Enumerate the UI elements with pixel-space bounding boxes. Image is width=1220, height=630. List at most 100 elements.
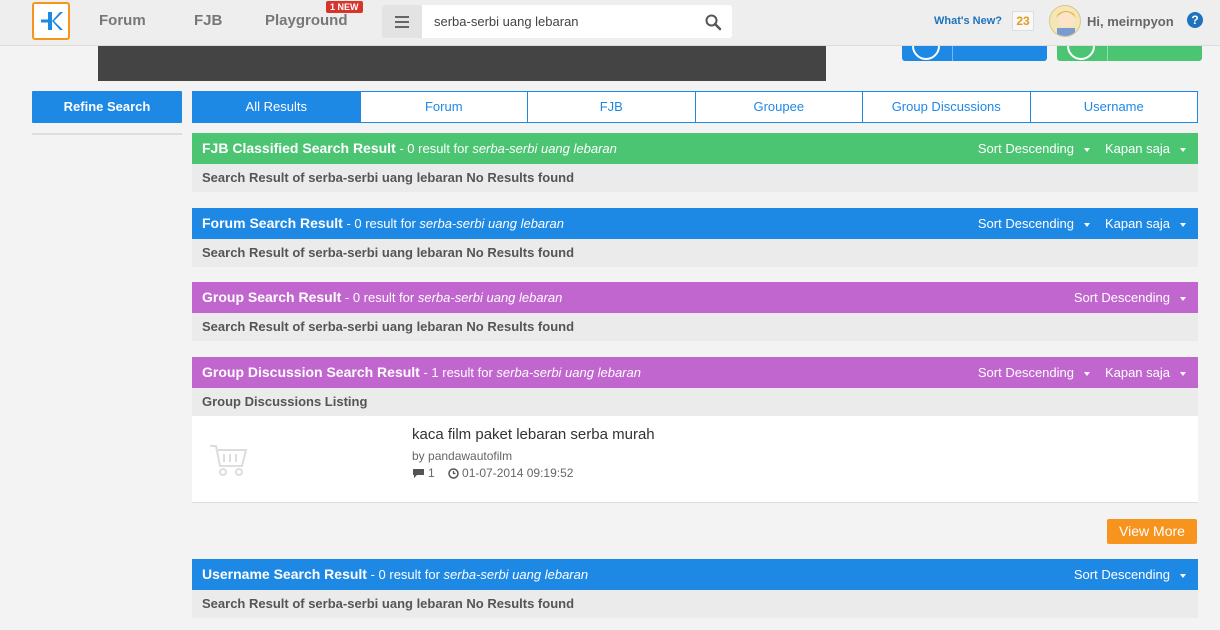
result-count: - 0 result for <box>342 216 420 231</box>
sort-dropdown[interactable]: Sort Descending <box>978 133 1090 164</box>
section-title: FJB Classified Search Result <box>202 140 396 156</box>
hamburger-line <box>395 26 409 28</box>
caret-down-icon <box>1084 147 1090 152</box>
caret-down-icon <box>1180 147 1186 152</box>
result-query: serba-serbi uang lebaran <box>496 365 641 380</box>
sort-dropdown[interactable]: Sort Descending <box>978 357 1090 388</box>
author-link[interactable]: pandawautofilm <box>428 449 512 463</box>
result-query: serba-serbi uang lebaran <box>443 567 589 582</box>
time-filter-dropdown[interactable]: Kapan saja <box>1105 133 1186 164</box>
sort-label: Sort Descending <box>977 216 1074 231</box>
plus-circle-icon <box>912 46 940 60</box>
forum-result-section: Forum Search Result - 0 result for serba… <box>192 208 1198 267</box>
create-thread-button[interactable] <box>902 46 1047 61</box>
user-greeting[interactable]: Hi, meirnpyon <box>1087 14 1174 29</box>
section-header: Group Search Result - 0 result for serba… <box>192 282 1198 313</box>
tab-username[interactable]: Username <box>1030 91 1198 123</box>
search-input[interactable] <box>422 5 692 38</box>
time-filter-label: Kapan saja <box>1104 216 1170 231</box>
top-navigation-bar: Forum FJB Playground 1 NEW What's New? 2… <box>0 0 1220 46</box>
whats-new-link[interactable]: What's New? <box>934 15 1002 27</box>
tab-all-results[interactable]: All Results <box>192 91 361 123</box>
result-query: serba-serbi uang lebaran <box>419 216 564 231</box>
help-icon[interactable]: ? <box>1187 12 1203 28</box>
caret-down-icon <box>1180 371 1186 376</box>
section-header: Group Discussion Search Result - 1 resul… <box>192 357 1198 388</box>
result-query: serba-serbi uang lebaran <box>417 290 563 305</box>
section-header: FJB Classified Search Result - 0 result … <box>192 133 1198 164</box>
sort-dropdown[interactable]: Sort Descending <box>1074 282 1186 313</box>
author-prefix: by <box>412 449 429 463</box>
button-divider <box>1107 46 1108 61</box>
nav-forum-link[interactable]: Forum <box>99 12 146 29</box>
section-body: Group Discussions Listing <box>192 388 1198 416</box>
sort-label: Sort Descending <box>977 141 1074 156</box>
caret-down-icon <box>1084 371 1090 376</box>
caret-down-icon <box>1180 296 1186 301</box>
notification-count[interactable]: 23 <box>1012 11 1034 31</box>
caret-down-icon <box>1084 222 1090 227</box>
result-count: - 0 result for <box>366 567 444 582</box>
result-count: - 1 result for <box>419 365 497 380</box>
group-result-section: Group Search Result - 0 result for serba… <box>192 282 1198 341</box>
time-filter-dropdown[interactable]: Kapan saja <box>1105 357 1186 388</box>
discussion-author: by pandawautofilm <box>412 449 512 463</box>
section-title: Forum Search Result <box>202 215 343 231</box>
clock-icon <box>448 468 459 480</box>
nav-playground-link[interactable]: Playground <box>265 12 348 29</box>
logo-k-icon <box>41 12 63 30</box>
shopping-cart-icon <box>210 445 248 476</box>
discussion-title-link[interactable]: kaca film paket lebaran serba murah <box>412 426 655 443</box>
avatar[interactable] <box>1049 5 1081 37</box>
tab-groupee[interactable]: Groupee <box>695 91 863 123</box>
sort-label: Sort Descending <box>1073 567 1170 582</box>
section-body: Search Result of serba-serbi uang lebara… <box>192 313 1198 341</box>
section-body: Search Result of serba-serbi uang lebara… <box>192 590 1198 618</box>
discussion-datetime: 01-07-2014 09:19:52 <box>462 466 574 480</box>
hamburger-menu-icon <box>395 16 409 18</box>
section-title: Group Discussion Search Result <box>202 364 420 380</box>
reply-count: 1 <box>428 466 435 480</box>
section-title: Group Search Result <box>202 289 342 305</box>
sort-label: Sort Descending <box>977 365 1074 380</box>
result-query: serba-serbi uang lebaran <box>472 141 617 156</box>
sidebar-divider <box>32 133 182 135</box>
refine-search-button[interactable]: Refine Search <box>32 91 182 123</box>
comment-icon <box>413 469 424 479</box>
sort-dropdown[interactable]: Sort Descending <box>1074 559 1186 590</box>
group-discussion-result-section: Group Discussion Search Result - 1 resul… <box>192 357 1198 416</box>
sell-button[interactable] <box>1057 46 1202 61</box>
time-filter-label: Kapan saja <box>1104 365 1170 380</box>
section-header: Username Search Result - 0 result for se… <box>192 559 1198 590</box>
nav-fjb-link[interactable]: FJB <box>194 12 222 29</box>
time-filter-dropdown[interactable]: Kapan saja <box>1105 208 1186 239</box>
fjb-result-section: FJB Classified Search Result - 0 result … <box>192 133 1198 192</box>
button-divider <box>952 46 953 61</box>
plus-circle-icon <box>1067 46 1095 60</box>
caret-down-icon <box>1180 573 1186 578</box>
search-icon[interactable] <box>704 13 722 31</box>
result-count: - 0 result for <box>395 141 473 156</box>
kaskus-logo[interactable] <box>32 2 70 40</box>
list-item[interactable]: kaca film paket lebaran serba murah by p… <box>192 416 1198 503</box>
username-result-section: Username Search Result - 0 result for se… <box>192 559 1198 618</box>
sort-dropdown[interactable]: Sort Descending <box>978 208 1090 239</box>
sort-label: Sort Descending <box>1073 290 1170 305</box>
section-body: Search Result of serba-serbi uang lebara… <box>192 239 1198 267</box>
menu-button[interactable] <box>382 5 422 38</box>
result-count: - 0 result for <box>341 290 418 305</box>
view-more-button[interactable]: View More <box>1107 519 1197 544</box>
search-box <box>422 5 732 38</box>
discussion-meta: 1 01-07-2014 09:19:52 <box>412 466 573 480</box>
result-tabs: All Results Forum FJB Groupee Group Disc… <box>192 91 1198 123</box>
section-title: Username Search Result <box>202 566 367 582</box>
new-badge: 1 NEW <box>326 1 363 13</box>
section-header: Forum Search Result - 0 result for serba… <box>192 208 1198 239</box>
time-filter-label: Kapan saja <box>1104 141 1170 156</box>
tab-group-discussions[interactable]: Group Discussions <box>863 91 1031 123</box>
caret-down-icon <box>1180 222 1186 227</box>
tab-forum[interactable]: Forum <box>360 91 528 123</box>
tab-fjb[interactable]: FJB <box>528 91 696 123</box>
ad-banner <box>98 46 826 81</box>
hamburger-line <box>395 21 409 23</box>
